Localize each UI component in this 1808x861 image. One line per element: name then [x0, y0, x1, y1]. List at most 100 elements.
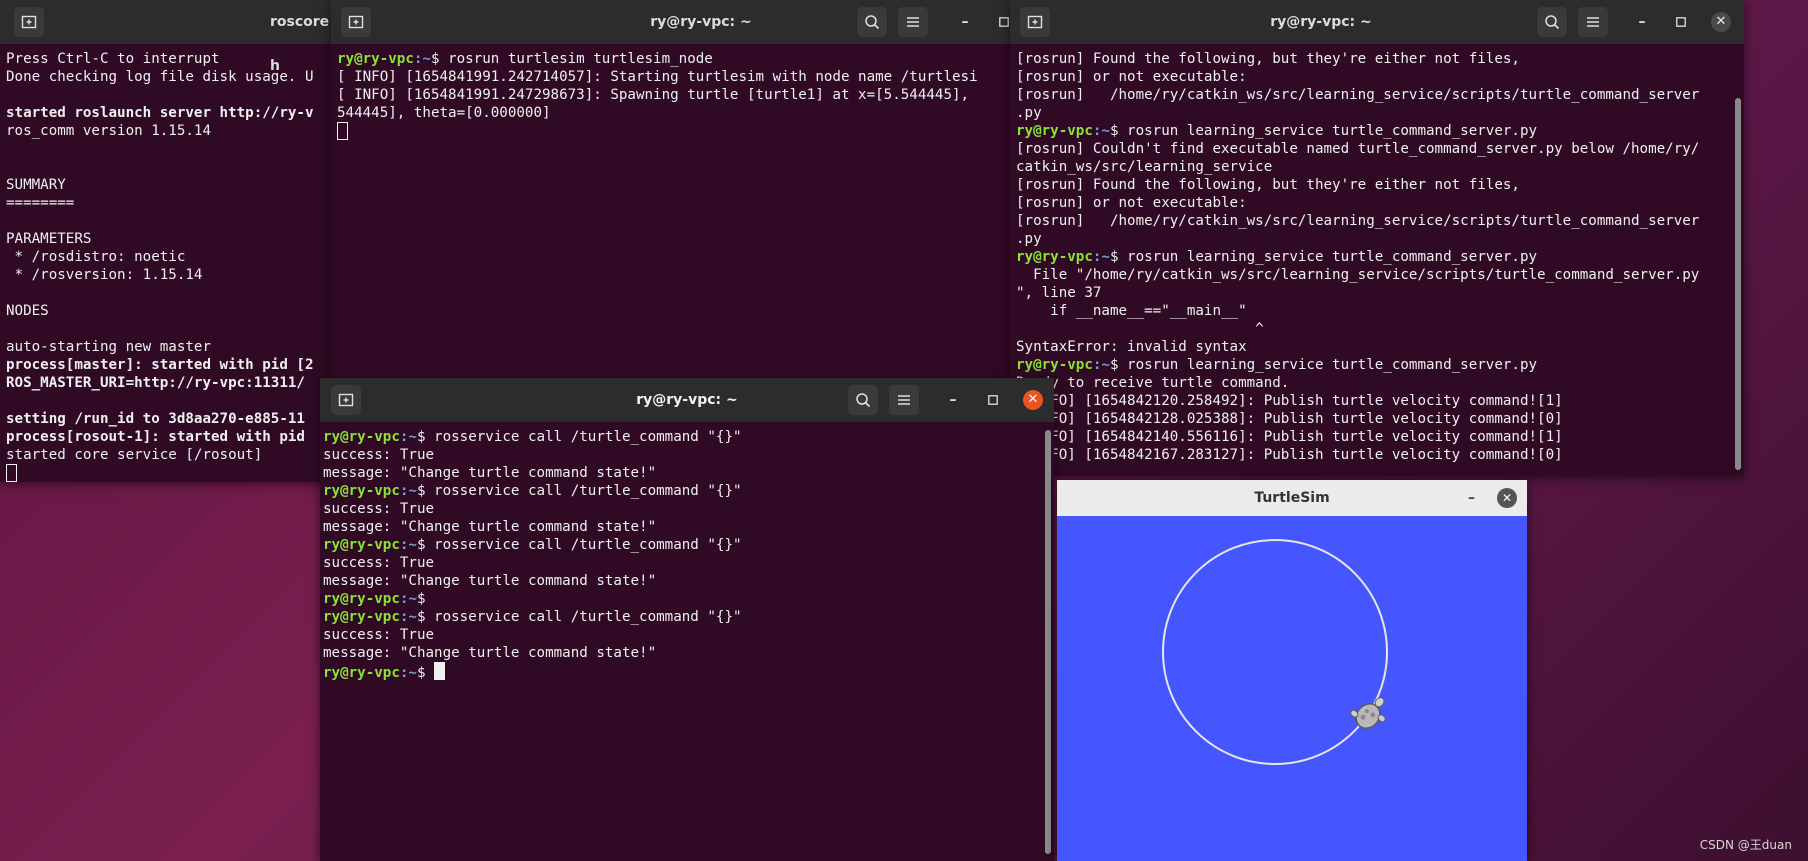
output-text: ", line 37: [1016, 285, 1102, 301]
search-icon[interactable]: [848, 385, 878, 415]
maximize-icon[interactable]: [982, 385, 1004, 415]
output-text: SyntaxError: invalid syntax: [1016, 339, 1247, 355]
prompt-path: :~: [399, 591, 417, 607]
hamburger-menu-icon[interactable]: [898, 7, 928, 37]
cursor-line: [6, 464, 336, 482]
output-text: [ INFO] [1654842140.556116]: Publish tur…: [1016, 429, 1563, 445]
command-text: $ rosrun learning_service turtle_command…: [1109, 123, 1538, 139]
command-text: $ rosrun turtlesim turtlesim_node: [430, 51, 713, 67]
command-text: $ rosrun learning_service turtle_command…: [1109, 357, 1538, 373]
new-tab-icon[interactable]: [14, 7, 44, 37]
minimize-icon[interactable]: –: [1631, 7, 1653, 37]
command-text: $: [416, 665, 435, 681]
scrollbar[interactable]: [1735, 98, 1741, 470]
prompt-line: ry@ry-vpc:~$ rosservice call /turtle_com…: [323, 536, 1054, 554]
output-text: [ INFO] [1654842167.283127]: Publish tur…: [1016, 447, 1563, 463]
minimize-icon[interactable]: –: [1468, 480, 1475, 516]
output-line: success: True: [323, 554, 1054, 572]
command-server-terminal-window[interactable]: ry@ry-vpc: ~ – ✕ [rosrun] Found the foll…: [1010, 0, 1744, 476]
output-text: [rosrun] Couldn't find executable named …: [1016, 141, 1700, 157]
output-line: .py: [1016, 230, 1744, 248]
prompt-line: ry@ry-vpc:~$ rosrun learning_service tur…: [1016, 122, 1744, 140]
output-text: [ INFO] [1654841991.247298673]: Spawning…: [337, 87, 978, 103]
output-line: [rosrun] /home/ry/catkin_ws/src/learning…: [1016, 212, 1744, 230]
prompt-path: :~: [1092, 249, 1110, 265]
close-icon[interactable]: ✕: [1023, 390, 1043, 410]
output-line: [rosrun] Found the following, but they'r…: [1016, 50, 1744, 68]
output-text: .py: [1016, 231, 1042, 247]
turtlesim-titlebar[interactable]: TurtleSim – ✕: [1057, 480, 1527, 516]
maximize-icon[interactable]: [1670, 7, 1692, 37]
prompt-user: ry@ry-vpc: [1016, 249, 1093, 265]
hamburger-menu-icon[interactable]: [889, 385, 919, 415]
output-text: NODES: [6, 303, 49, 319]
turtlesim-window[interactable]: TurtleSim – ✕: [1057, 480, 1527, 861]
output-text: * /rosversion: 1.15.14: [6, 267, 203, 283]
terminal-output[interactable]: [rosrun] Found the following, but they'r…: [1010, 46, 1744, 476]
output-line: [rosrun] or not executable:: [1016, 68, 1744, 86]
output-line: * /rosdistro: noetic: [6, 248, 336, 266]
turtlesim-canvas: [1162, 539, 1388, 765]
minimize-icon[interactable]: –: [942, 385, 964, 415]
output-line: success: True: [323, 446, 1054, 464]
output-text: Done checking log file disk usage. U: [6, 69, 314, 85]
output-line: setting /run_id to 3d8aa270-e885-11: [6, 410, 336, 428]
output-text: [rosrun] /home/ry/catkin_ws/src/learning…: [1016, 87, 1700, 103]
search-icon[interactable]: [857, 7, 887, 37]
turtle-icon: [1350, 697, 1386, 729]
output-line: Done checking log file disk usage. U: [6, 68, 336, 86]
prompt-path: :~: [399, 537, 417, 553]
text-cursor: [434, 662, 446, 680]
output-text: [rosrun] /home/ry/catkin_ws/src/learning…: [1016, 213, 1700, 229]
output-text: process[rosout-1]: started with pid: [6, 429, 305, 445]
output-line: [ INFO] [1654842167.283127]: Publish tur…: [1016, 446, 1744, 464]
command-server-titlebar[interactable]: ry@ry-vpc: ~ – ✕: [1010, 0, 1744, 44]
output-line: process[master]: started with pid [2: [6, 356, 336, 374]
prompt-line: ry@ry-vpc:~$ rosrun learning_service tur…: [1016, 248, 1744, 266]
prompt-path: :~: [399, 429, 417, 445]
prompt-user: ry@ry-vpc: [323, 429, 400, 445]
output-line: [rosrun] Couldn't find executable named …: [1016, 140, 1744, 158]
roscore-terminal-window[interactable]: roscore h Press Ctrl-C to interrupt Done …: [0, 0, 336, 482]
output-line: success: True: [323, 626, 1054, 644]
output-line: ========: [6, 194, 336, 212]
output-text: success: True: [323, 627, 435, 643]
output-line: started core service [/rosout]: [6, 446, 336, 464]
prompt-path: :~: [399, 609, 417, 625]
roscore-titlebar[interactable]: roscore h: [0, 0, 336, 74]
output-text: message: "Change turtle command state!": [323, 465, 657, 481]
prompt-path: :~: [399, 665, 417, 681]
output-text: Press Ctrl-C to interrupt: [6, 51, 220, 67]
terminal-output[interactable]: ry@ry-vpc:~$ rosservice call /turtle_com…: [320, 424, 1054, 861]
output-line: .py: [1016, 104, 1744, 122]
close-icon[interactable]: ✕: [1497, 488, 1517, 508]
prompt-user: ry@ry-vpc: [1016, 123, 1093, 139]
minimize-icon[interactable]: –: [954, 7, 976, 37]
output-text: success: True: [323, 555, 435, 571]
output-text: [rosrun] Found the following, but they'r…: [1016, 51, 1520, 67]
terminal-output[interactable]: Press Ctrl-C to interrupt Done checking l…: [0, 46, 336, 482]
prompt-path: :~: [1092, 357, 1110, 373]
output-text: message: "Change turtle command state!": [323, 645, 657, 661]
close-icon[interactable]: ✕: [1711, 12, 1731, 32]
output-line: auto-starting new master: [6, 338, 336, 356]
window-title: TurtleSim: [1254, 490, 1330, 506]
prompt-user: ry@ry-vpc: [323, 483, 400, 499]
scrollbar[interactable]: [1045, 430, 1051, 854]
search-icon[interactable]: [1537, 7, 1567, 37]
text-cursor: [337, 122, 348, 140]
output-text: ========: [6, 195, 75, 211]
hamburger-menu-icon[interactable]: [1578, 7, 1608, 37]
prompt-user: ry@ry-vpc: [323, 609, 400, 625]
client-terminal-window[interactable]: ry@ry-vpc: ~ – ✕ ry@ry-vpc:~$ rosservice…: [320, 378, 1054, 861]
output-text: Ready to receive turtle command.: [1016, 375, 1290, 391]
output-line: [rosrun] /home/ry/catkin_ws/src/learning…: [1016, 86, 1744, 104]
client-titlebar[interactable]: ry@ry-vpc: ~ – ✕: [320, 378, 1054, 422]
output-line: [ INFO] [1654842128.025388]: Publish tur…: [1016, 410, 1744, 428]
output-text: started core service [/rosout]: [6, 447, 263, 463]
output-line: * /rosversion: 1.15.14: [6, 266, 336, 284]
output-text: ROS_MASTER_URI=http://ry-vpc:11311/: [6, 375, 305, 391]
output-text: started roslaunch server http://ry-v: [6, 105, 314, 121]
